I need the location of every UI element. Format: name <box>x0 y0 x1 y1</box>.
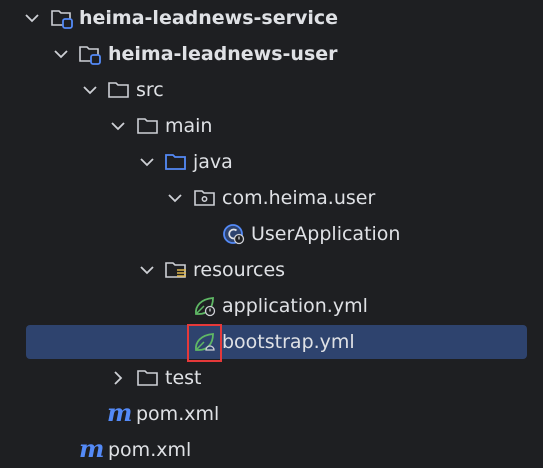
tree-item-heima-leadnews-user[interactable]: heima-leadnews-user <box>0 36 543 72</box>
folder-icon <box>137 370 158 386</box>
tree-item-label: heima-leadnews-user <box>108 43 338 65</box>
module-folder-icon <box>79 46 101 65</box>
tree-item-label: resources <box>193 259 286 281</box>
tree-item-pom-xml-user[interactable]: m pom.xml <box>0 396 543 432</box>
tree-item-label: heima-leadnews-service <box>79 7 339 29</box>
module-folder-icon <box>51 10 73 29</box>
tree-item-label: pom.xml <box>108 439 192 461</box>
package-icon <box>194 190 215 206</box>
tree-item-pom-xml-service[interactable]: m pom.xml <box>0 432 543 468</box>
tree-item-java[interactable]: java <box>0 144 543 180</box>
tree-item-src[interactable]: src <box>0 72 543 108</box>
tree-item-com-heima-user[interactable]: com.heima.user <box>0 180 543 216</box>
tree-item-label: UserApplication <box>251 223 401 245</box>
chevron-right-icon[interactable] <box>108 368 128 388</box>
chevron-down-icon[interactable] <box>51 44 71 64</box>
chevron-down-icon[interactable] <box>108 116 128 136</box>
chevron-down-icon[interactable] <box>22 8 42 28</box>
tree-item-label: test <box>165 367 202 389</box>
chevron-down-icon[interactable] <box>165 188 185 208</box>
tree-item-test[interactable]: test <box>0 360 543 396</box>
tree-item-bootstrap-yml[interactable]: bootstrap.yml <box>0 324 543 360</box>
folder-icon <box>108 82 129 98</box>
tree-item-resources[interactable]: resources <box>0 252 543 288</box>
spring-config-icon <box>195 297 216 317</box>
source-root-folder-icon <box>165 154 186 170</box>
chevron-down-icon[interactable] <box>137 260 157 280</box>
tree-item-user-application[interactable]: UserApplication <box>0 216 543 252</box>
chevron-down-icon[interactable] <box>137 152 157 172</box>
spring-boot-class-icon <box>223 224 245 245</box>
tree-item-label: pom.xml <box>136 403 220 425</box>
annotation-highlight-box <box>187 324 222 362</box>
tree-item-label: application.yml <box>222 295 368 317</box>
chevron-down-icon[interactable] <box>80 80 100 100</box>
tree-item-application-yml[interactable]: application.yml <box>0 288 543 324</box>
folder-icon <box>137 118 158 134</box>
tree-item-label: bootstrap.yml <box>222 331 355 353</box>
maven-icon: m <box>107 398 133 427</box>
tree-item-label: com.heima.user <box>222 187 376 209</box>
resources-folder-icon <box>165 262 186 278</box>
tree-item-heima-leadnews-service[interactable]: heima-leadnews-service <box>0 0 543 36</box>
tree-item-label: java <box>193 151 233 173</box>
maven-icon: m <box>79 434 105 463</box>
tree-item-label: src <box>136 79 164 101</box>
tree-item-main[interactable]: main <box>0 108 543 144</box>
tree-item-label: main <box>165 115 213 137</box>
